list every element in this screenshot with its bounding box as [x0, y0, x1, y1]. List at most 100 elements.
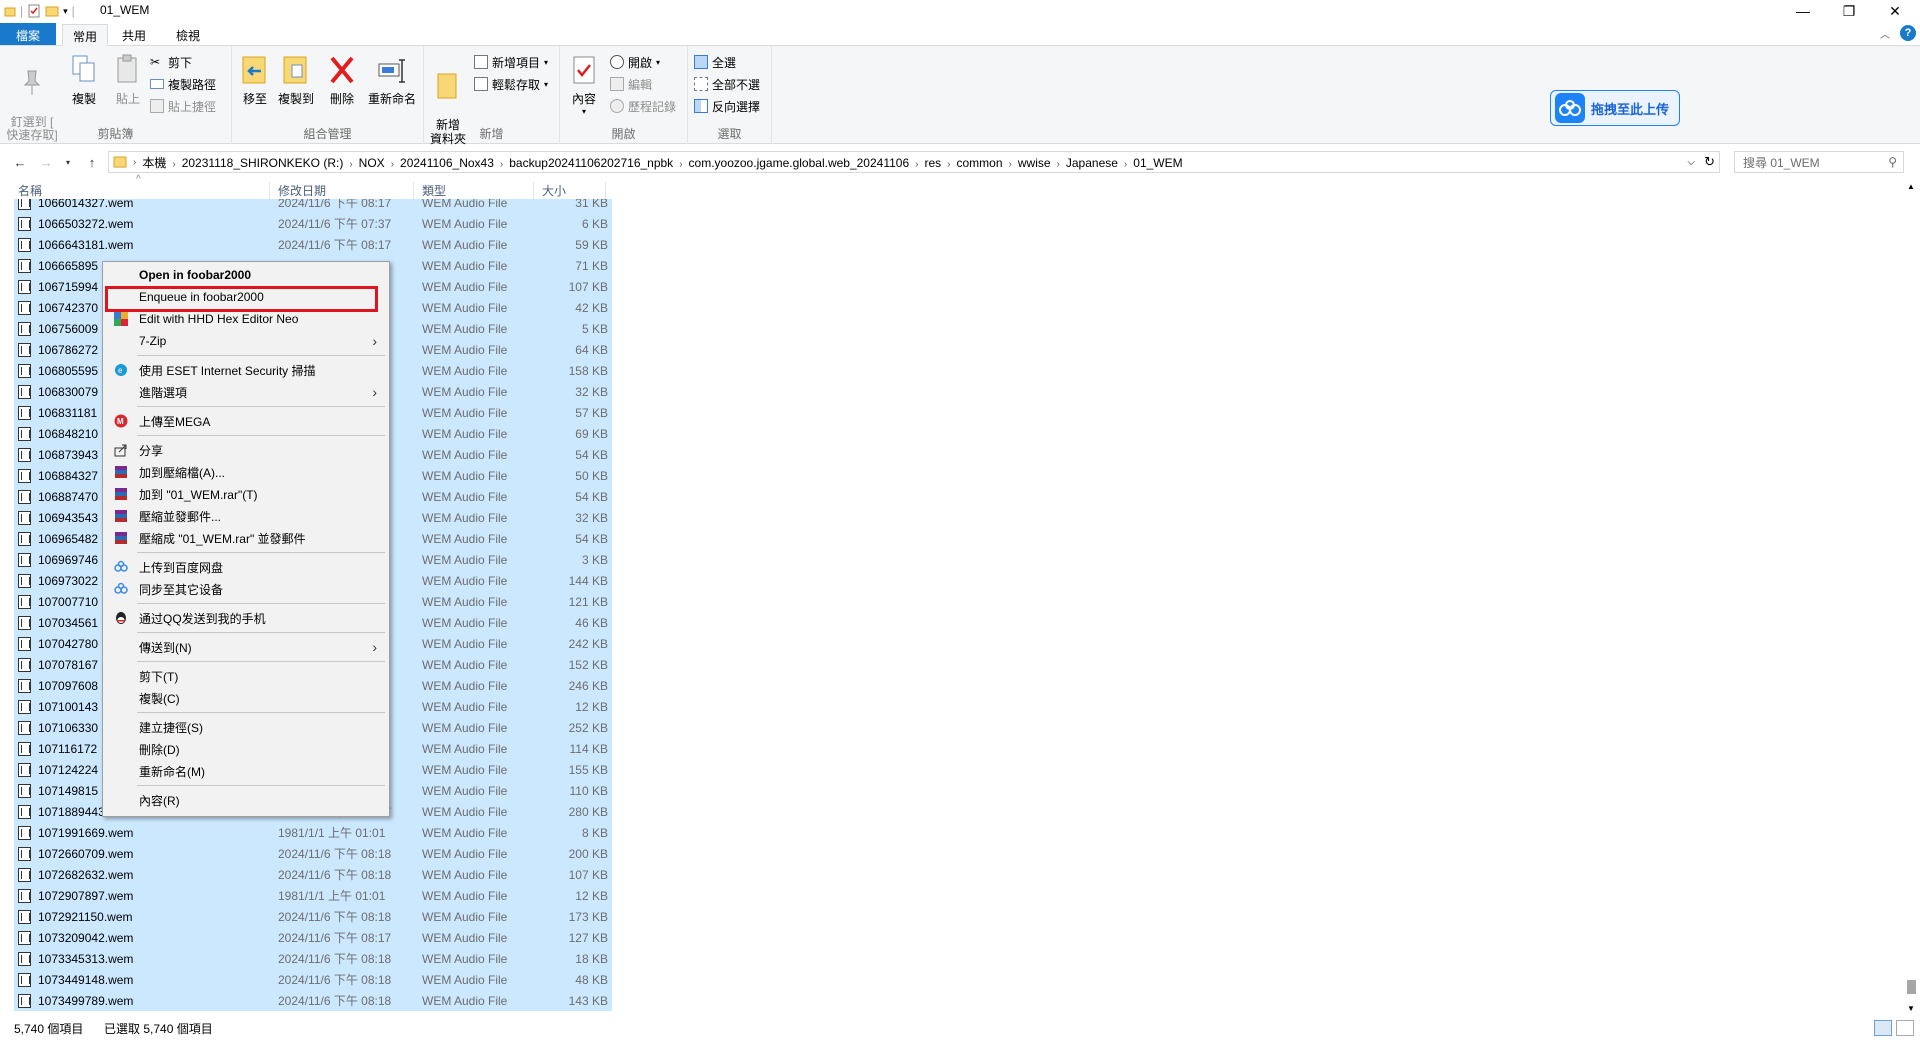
breadcrumb-separator-icon[interactable]: ›	[500, 159, 503, 170]
menu-item[interactable]: 剪下(T)	[105, 665, 387, 687]
edit-button[interactable]: 編輯	[610, 74, 652, 94]
menu-item[interactable]: 建立捷徑(S)	[105, 716, 387, 738]
column-name[interactable]: 名稱	[14, 182, 270, 200]
maximize-button[interactable]: ❐	[1826, 0, 1872, 22]
breadcrumb-separator-icon[interactable]: ›	[1124, 159, 1127, 170]
file-row[interactable]: 1071991669.wem 1981/1/1 上午 01:01 WEM Audio…	[14, 822, 612, 843]
breadcrumb-item[interactable]: backup20241106202716_npbk	[509, 156, 673, 170]
column-date[interactable]: 修改日期	[274, 182, 414, 200]
menu-item[interactable]: e 使用 ESET Internet Security 掃描	[105, 359, 387, 381]
tab-home[interactable]: 常用	[62, 24, 109, 46]
breadcrumb-separator-icon[interactable]: ›	[349, 159, 352, 170]
menu-item[interactable]: Open in foobar2000	[105, 264, 387, 286]
tab-share[interactable]: 共用	[112, 24, 156, 46]
menu-item[interactable]: 複製(C)	[105, 687, 387, 709]
breadcrumb-separator-icon[interactable]: ›	[391, 159, 394, 170]
file-row[interactable]: 1072660709.wem 2024/11/6 下午 08:18 WEM Audi…	[14, 843, 612, 864]
help-icon[interactable]: ?	[1900, 25, 1916, 41]
file-row[interactable]: 1066503272.wem 2024/11/6 下午 07:37 WEM Audi…	[14, 213, 612, 234]
scroll-thumb[interactable]	[1907, 980, 1916, 994]
file-row[interactable]: 1073449148.wem 2024/11/6 下午 08:18 WEM Audi…	[14, 969, 612, 990]
file-row[interactable]: 1072682632.wem 2024/11/6 下午 08:18 WEM Audi…	[14, 864, 612, 885]
select-all-button[interactable]: 全選	[694, 52, 736, 72]
breadcrumb-separator-icon[interactable]: ›	[1057, 159, 1060, 170]
breadcrumb-item[interactable]: 20241106_Nox43	[400, 156, 494, 170]
file-row[interactable]: 1073345313.wem 2024/11/6 下午 08:18 WEM Audi…	[14, 948, 612, 969]
copy-button[interactable]: 複製	[64, 52, 104, 107]
breadcrumb-separator-icon[interactable]: ›	[679, 159, 682, 170]
file-row[interactable]: 1066643181.wem 2024/11/6 下午 08:17 WEM Audi…	[14, 234, 612, 255]
menu-item[interactable]: M 上傳至MEGA	[105, 410, 387, 432]
address-history-icon[interactable]: ⌵	[1687, 157, 1695, 168]
properties-button[interactable]: 內容 ▾	[566, 52, 602, 116]
menu-item[interactable]: 重新命名(M)	[105, 760, 387, 782]
paste-button[interactable]: 貼上	[108, 52, 148, 107]
new-item-button[interactable]: 新增項目 ▾	[474, 52, 548, 72]
customize-toolbar-icon[interactable]: ▾	[63, 6, 68, 17]
file-row[interactable]: 1073209042.wem 2024/11/6 下午 08:17 WEM Audi…	[14, 927, 612, 948]
forward-button[interactable]: →	[36, 152, 56, 172]
menu-item[interactable]: 刪除(D)	[105, 738, 387, 760]
file-row[interactable]: 1072921150.wem 2024/11/6 下午 08:18 WEM Audi…	[14, 906, 612, 927]
select-none-button[interactable]: 全部不選	[694, 74, 760, 94]
delete-button[interactable]: 刪除	[324, 52, 360, 107]
breadcrumb-item[interactable]: 本機	[142, 156, 166, 170]
new-folder-icon[interactable]	[45, 4, 59, 18]
menu-item[interactable]: 進階選項 ›	[105, 381, 387, 403]
easy-access-button[interactable]: 輕鬆存取 ▾	[474, 74, 548, 94]
tab-file[interactable]: 檔案	[0, 23, 56, 45]
invert-selection-button[interactable]: 反向選擇	[694, 96, 760, 116]
column-size[interactable]: 大小	[538, 182, 606, 200]
breadcrumb-item[interactable]: com.yoozoo.jgame.global.web_20241106	[689, 156, 910, 170]
file-row[interactable]: 1072907897.wem 1981/1/1 上午 01:01 WEM Audio…	[14, 885, 612, 906]
search-input[interactable]: 搜尋 01_WEM ⚲	[1734, 151, 1904, 173]
menu-item[interactable]: 加到壓縮檔(A)...	[105, 461, 387, 483]
breadcrumb-item[interactable]: 20231118_SHIRONKEKO (R:)	[182, 156, 344, 170]
cut-button[interactable]: ✂ 剪下	[150, 52, 192, 72]
breadcrumb-item[interactable]: wwise	[1018, 156, 1051, 170]
baidu-upload-button[interactable]: 拖拽至此上传	[1550, 90, 1680, 126]
open-button[interactable]: 開啟 ▾	[610, 52, 660, 72]
menu-item[interactable]: 傳送到(N) ›	[105, 636, 387, 658]
vertical-scrollbar[interactable]: ▲ ▼	[1903, 180, 1920, 1015]
rename-button[interactable]: 重新命名	[364, 52, 420, 107]
menu-item[interactable]: 分享	[105, 439, 387, 461]
breadcrumb-item[interactable]: Japanese	[1066, 156, 1118, 170]
large-icons-view-button[interactable]	[1896, 1020, 1914, 1036]
scroll-up-icon[interactable]: ▲	[1907, 182, 1915, 191]
menu-item[interactable]: 加到 "01_WEM.rar"(T)	[105, 483, 387, 505]
menu-item[interactable]: 內容(R)	[105, 789, 387, 811]
breadcrumb-item[interactable]: res	[924, 156, 941, 170]
menu-item[interactable]: 壓縮並發郵件...	[105, 505, 387, 527]
properties-icon[interactable]	[27, 4, 41, 18]
menu-item[interactable]: 壓縮成 "01_WEM.rar" 並發郵件	[105, 527, 387, 549]
breadcrumb-item[interactable]: NOX	[359, 156, 385, 170]
breadcrumb-separator-icon[interactable]: ›	[947, 159, 950, 170]
file-row[interactable]: 1066014327.wem 2024/11/6 下午 08:17 WEM Audi…	[14, 199, 612, 213]
breadcrumb-separator-icon[interactable]: ›	[1009, 159, 1012, 170]
menu-item[interactable]: 上传到百度网盘	[105, 556, 387, 578]
back-button[interactable]: ←	[10, 152, 30, 172]
breadcrumb-separator-icon[interactable]: ›	[915, 159, 918, 170]
details-view-button[interactable]	[1874, 1020, 1892, 1036]
scroll-down-icon[interactable]: ▼	[1907, 1004, 1915, 1013]
minimize-button[interactable]: —	[1780, 0, 1826, 22]
menu-item[interactable]: 7-Zip ›	[105, 330, 387, 352]
breadcrumb-item[interactable]: 01_WEM	[1133, 156, 1182, 170]
menu-item[interactable]: 同步至其它设备	[105, 578, 387, 600]
breadcrumb-separator-icon[interactable]: ›	[172, 159, 175, 170]
tab-view[interactable]: 檢視	[166, 24, 210, 46]
recent-locations-button[interactable]: ▾	[58, 152, 78, 172]
move-to-button[interactable]: 移至	[236, 52, 274, 107]
up-button[interactable]: ↑	[82, 152, 102, 172]
menu-item[interactable]: 通过QQ发送到我的手机	[105, 607, 387, 629]
breadcrumb-item[interactable]: common	[957, 156, 1003, 170]
collapse-ribbon-icon[interactable]: ︿	[1880, 26, 1890, 41]
column-type[interactable]: 類型	[418, 182, 534, 200]
paste-shortcut-button[interactable]: 貼上捷徑	[150, 96, 216, 116]
history-button[interactable]: 歷程記錄	[610, 96, 676, 116]
address-bar[interactable]: › 本機 › 20231118_SHIRONKEKO (R:) › NOX › 202411…	[108, 151, 1720, 173]
close-button[interactable]: ✕	[1872, 0, 1918, 22]
refresh-icon[interactable]: ↻	[1704, 154, 1715, 170]
file-row[interactable]: 1073499789.wem 2024/11/6 下午 08:18 WEM Audi…	[14, 990, 612, 1011]
